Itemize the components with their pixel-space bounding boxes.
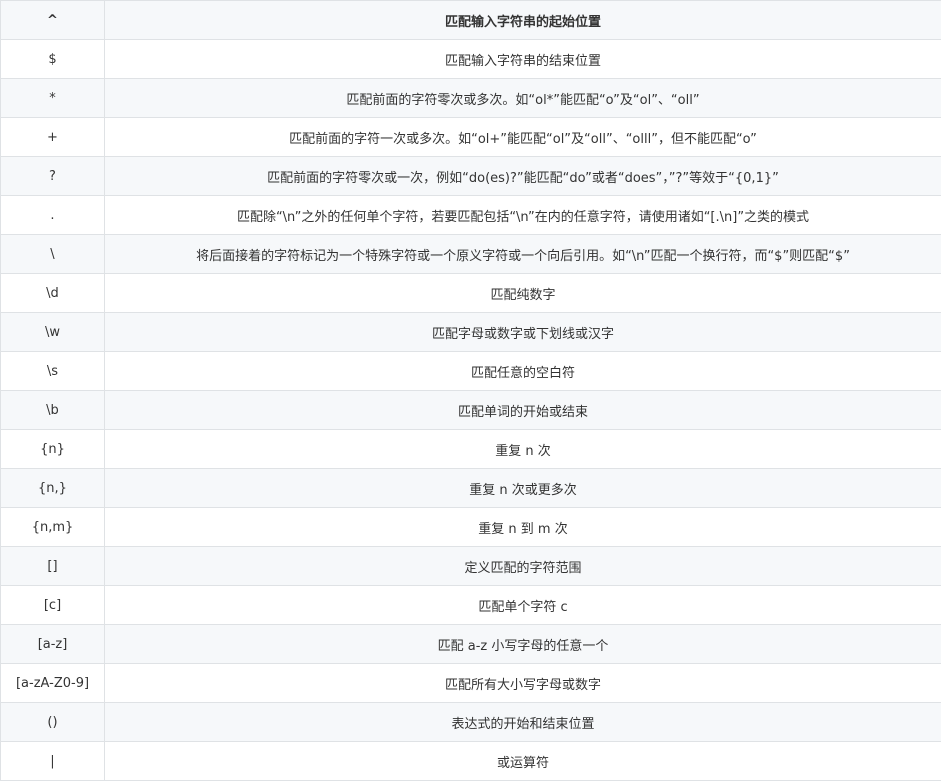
symbol-cell: ? <box>1 157 105 196</box>
symbol-cell: [a-z] <box>1 625 105 664</box>
symbol-cell: + <box>1 118 105 157</box>
symbol-cell: [c] <box>1 586 105 625</box>
table-row: []定义匹配的字符范围 <box>1 547 941 586</box>
table-row: [c]匹配单个字符 c <box>1 586 941 625</box>
symbol-cell: | <box>1 742 105 781</box>
symbol-cell: () <box>1 703 105 742</box>
symbol-cell: . <box>1 196 105 235</box>
description-cell: 匹配字母或数字或下划线或汉字 <box>105 313 941 352</box>
table-row: {n,}重复 n 次或更多次 <box>1 469 941 508</box>
table-row: \d匹配纯数字 <box>1 274 941 313</box>
table-header-row: ^ 匹配输入字符串的起始位置 <box>1 1 941 40</box>
header-description-cell: 匹配输入字符串的起始位置 <box>105 1 941 40</box>
symbol-cell: {n} <box>1 430 105 469</box>
table-row: |或运算符 <box>1 742 941 781</box>
regex-reference-table: ^ 匹配输入字符串的起始位置 $匹配输入字符串的结束位置 *匹配前面的字符零次或… <box>0 0 941 781</box>
description-cell: 匹配前面的字符零次或多次。如“ol*”能匹配“o”及“ol”、“oll” <box>105 79 941 118</box>
table-row: \将后面接着的字符标记为一个特殊字符或一个原义字符或一个向后引用。如“\n”匹配… <box>1 235 941 274</box>
symbol-cell: \ <box>1 235 105 274</box>
description-cell: 匹配任意的空白符 <box>105 352 941 391</box>
symbol-cell: [a-zA-Z0-9] <box>1 664 105 703</box>
description-cell: 匹配前面的字符零次或一次，例如“do(es)?”能匹配“do”或者“does”，… <box>105 157 941 196</box>
table-row: \b匹配单词的开始或结束 <box>1 391 941 430</box>
table-row: [a-zA-Z0-9]匹配所有大小写字母或数字 <box>1 664 941 703</box>
description-cell: 匹配纯数字 <box>105 274 941 313</box>
table-row: .匹配除“\n”之外的任何单个字符，若要匹配包括“\n”在内的任意字符，请使用诸… <box>1 196 941 235</box>
description-cell: 匹配单词的开始或结束 <box>105 391 941 430</box>
description-cell: 匹配所有大小写字母或数字 <box>105 664 941 703</box>
description-cell: 重复 n 次 <box>105 430 941 469</box>
description-cell: 重复 n 到 m 次 <box>105 508 941 547</box>
table-row: $匹配输入字符串的结束位置 <box>1 40 941 79</box>
table-row: ()表达式的开始和结束位置 <box>1 703 941 742</box>
symbol-cell: [] <box>1 547 105 586</box>
symbol-cell: {n,m} <box>1 508 105 547</box>
description-cell: 匹配 a-z 小写字母的任意一个 <box>105 625 941 664</box>
description-cell: 定义匹配的字符范围 <box>105 547 941 586</box>
description-cell: 匹配前面的字符一次或多次。如“ol+”能匹配“ol”及“oll”、“olll”，… <box>105 118 941 157</box>
table-row: [a-z]匹配 a-z 小写字母的任意一个 <box>1 625 941 664</box>
description-cell: 或运算符 <box>105 742 941 781</box>
header-symbol-cell: ^ <box>1 1 105 40</box>
symbol-cell: \b <box>1 391 105 430</box>
symbol-cell: {n,} <box>1 469 105 508</box>
table-row: +匹配前面的字符一次或多次。如“ol+”能匹配“ol”及“oll”、“olll”… <box>1 118 941 157</box>
table-row: \w匹配字母或数字或下划线或汉字 <box>1 313 941 352</box>
symbol-cell: \w <box>1 313 105 352</box>
symbol-cell: \s <box>1 352 105 391</box>
table-row: {n,m}重复 n 到 m 次 <box>1 508 941 547</box>
symbol-cell: \d <box>1 274 105 313</box>
description-cell: 将后面接着的字符标记为一个特殊字符或一个原义字符或一个向后引用。如“\n”匹配一… <box>105 235 941 274</box>
symbol-cell: * <box>1 79 105 118</box>
description-cell: 匹配输入字符串的结束位置 <box>105 40 941 79</box>
description-cell: 匹配单个字符 c <box>105 586 941 625</box>
description-cell: 重复 n 次或更多次 <box>105 469 941 508</box>
table-row: *匹配前面的字符零次或多次。如“ol*”能匹配“o”及“ol”、“oll” <box>1 79 941 118</box>
table-row: {n}重复 n 次 <box>1 430 941 469</box>
table-row: ?匹配前面的字符零次或一次，例如“do(es)?”能匹配“do”或者“does”… <box>1 157 941 196</box>
table-row: \s匹配任意的空白符 <box>1 352 941 391</box>
description-cell: 表达式的开始和结束位置 <box>105 703 941 742</box>
description-cell: 匹配除“\n”之外的任何单个字符，若要匹配包括“\n”在内的任意字符，请使用诸如… <box>105 196 941 235</box>
symbol-cell: $ <box>1 40 105 79</box>
